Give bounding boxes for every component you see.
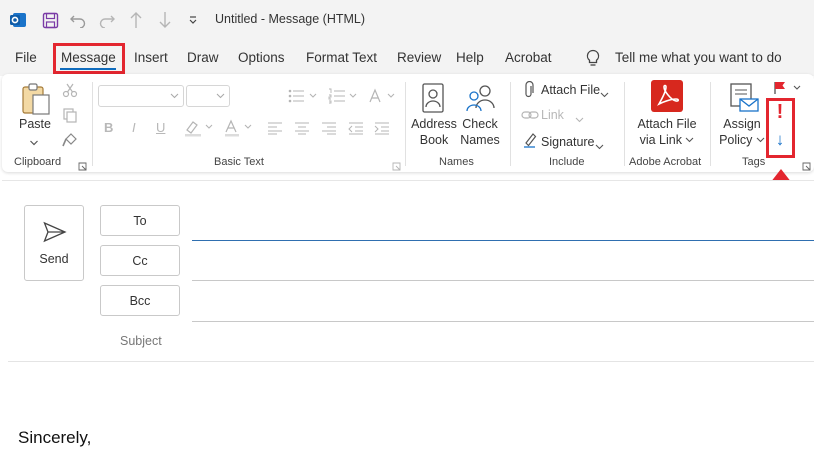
format-painter-icon[interactable]	[62, 132, 78, 153]
tell-me-search[interactable]: Tell me what you want to do	[615, 50, 782, 65]
cut-icon[interactable]	[62, 82, 78, 103]
group-adobe-acrobat-label: Adobe Acrobat	[629, 156, 702, 168]
tab-insert[interactable]: Insert	[134, 50, 168, 65]
group-basic-text-label: Basic Text	[214, 156, 264, 168]
chevron-down-icon	[756, 137, 765, 143]
paste-button[interactable]: Paste	[18, 116, 52, 132]
assign-policy-icon[interactable]	[728, 82, 760, 119]
tab-format-text[interactable]: Format Text	[306, 50, 377, 65]
address-book-icon[interactable]	[421, 82, 447, 119]
next-item-icon[interactable]	[155, 10, 175, 30]
attach-file-chevron-down-icon[interactable]	[600, 86, 609, 104]
decrease-indent-icon[interactable]	[348, 121, 364, 140]
outlook-logo-icon	[8, 10, 28, 30]
assign-policy-button[interactable]: Assign Policy	[718, 116, 766, 148]
chevron-down-icon	[170, 93, 179, 99]
separator	[710, 82, 711, 166]
save-icon[interactable]	[40, 10, 60, 30]
basic-text-launcher-icon[interactable]	[392, 158, 401, 176]
chevron-down-icon	[216, 93, 225, 99]
chevron-down-icon	[686, 137, 694, 143]
send-label: Send	[39, 252, 69, 266]
align-left-icon[interactable]	[267, 121, 283, 140]
separator	[624, 82, 625, 166]
attach-file-button[interactable]: Attach File	[541, 82, 600, 98]
lightbulb-icon	[585, 49, 601, 72]
importance-highlight-box	[766, 98, 795, 158]
tab-help[interactable]: Help	[456, 50, 484, 65]
underline-button[interactable]: U	[156, 120, 165, 136]
signature-button[interactable]: Signature	[541, 134, 595, 150]
group-tags-label: Tags	[742, 156, 766, 168]
send-icon	[43, 221, 67, 243]
bcc-field[interactable]	[192, 321, 814, 322]
bold-button[interactable]: B	[104, 120, 113, 136]
to-button[interactable]: To	[100, 205, 180, 236]
paperclip-icon	[523, 80, 535, 104]
window-title: Untitled - Message (HTML)	[215, 12, 366, 26]
link-icon	[521, 108, 539, 126]
bcc-button[interactable]: Bcc	[100, 285, 180, 316]
tab-review[interactable]: Review	[397, 50, 441, 65]
separator	[510, 82, 511, 166]
tab-draw[interactable]: Draw	[187, 50, 219, 65]
styles-icon[interactable]	[368, 88, 396, 109]
attach-file-via-link-button[interactable]: Attach File via Link	[634, 116, 700, 148]
clipboard-launcher-icon[interactable]	[78, 158, 87, 176]
align-center-icon[interactable]	[294, 121, 310, 140]
highlight-icon[interactable]	[183, 119, 215, 142]
group-include-label: Include	[549, 156, 585, 168]
tags-launcher-icon[interactable]	[802, 158, 811, 176]
font-name-dropdown[interactable]	[98, 85, 184, 107]
check-names-icon[interactable]	[465, 82, 497, 119]
font-color-icon[interactable]	[223, 119, 255, 142]
link-chevron-down-icon[interactable]	[575, 111, 584, 129]
increase-indent-icon[interactable]	[374, 121, 390, 140]
check-names-button[interactable]: Check Names	[458, 116, 502, 148]
numbering-icon[interactable]	[328, 88, 358, 109]
subject-field[interactable]	[8, 361, 814, 362]
cc-button[interactable]: Cc	[100, 245, 180, 276]
font-size-dropdown[interactable]	[186, 85, 230, 107]
bullets-icon[interactable]	[288, 88, 318, 109]
align-right-icon[interactable]	[321, 121, 337, 140]
signature-icon	[523, 132, 537, 153]
cc-field[interactable]	[192, 280, 814, 281]
undo-icon[interactable]	[68, 10, 88, 30]
tab-file[interactable]: File	[15, 50, 37, 65]
italic-button[interactable]: I	[132, 120, 136, 136]
active-tab-underline	[60, 68, 116, 70]
address-book-button[interactable]: Address Book	[410, 116, 458, 148]
separator	[92, 82, 93, 166]
title-bar: Untitled - Message (HTML)	[0, 0, 814, 40]
group-names-label: Names	[439, 156, 474, 168]
redo-icon[interactable]	[97, 10, 117, 30]
message-body[interactable]: Sincerely,	[18, 428, 91, 448]
tab-options[interactable]: Options	[238, 50, 285, 65]
subject-label: Subject	[120, 334, 162, 348]
adobe-acrobat-icon[interactable]	[651, 80, 683, 117]
previous-item-icon[interactable]	[126, 10, 146, 30]
tab-acrobat[interactable]: Acrobat	[505, 50, 552, 65]
customize-quick-access-icon[interactable]	[185, 10, 201, 30]
copy-icon[interactable]	[62, 107, 78, 128]
paste-chevron-down-icon[interactable]	[29, 134, 39, 152]
to-field[interactable]	[192, 240, 814, 241]
group-clipboard-label: Clipboard	[14, 156, 62, 168]
link-button[interactable]: Link	[541, 107, 564, 123]
signature-chevron-down-icon[interactable]	[595, 138, 604, 156]
send-button[interactable]: Send	[24, 205, 84, 281]
separator	[405, 82, 406, 166]
